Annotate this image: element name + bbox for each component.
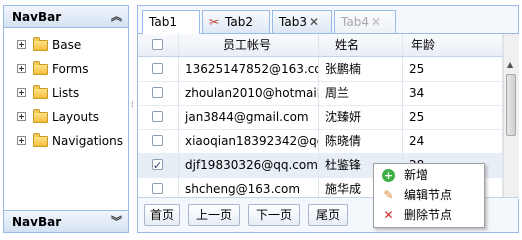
tree-item-label: Forms — [52, 62, 89, 76]
cell-name: 沈臻妍 — [319, 105, 403, 129]
last-page-button[interactable]: 尾页 — [308, 204, 348, 226]
row-checkbox[interactable] — [152, 154, 163, 177]
menu-item-delete-node[interactable]: ✕ 删除节点 — [374, 206, 484, 225]
cell-account: shcheng@163.com — [179, 177, 319, 199]
cell-age: 24 — [403, 129, 503, 153]
context-menu: + 新增 ✎ 编辑节点 ✕ 删除节点 — [373, 163, 485, 228]
tab-1[interactable]: Tab1 — [142, 10, 200, 34]
column-header-name[interactable]: 姓名 — [319, 34, 403, 56]
close-icon: ✕ — [370, 15, 382, 29]
tree-item-forms[interactable]: Forms — [4, 57, 128, 81]
tree-item-navigations[interactable]: Navigations — [4, 129, 128, 153]
navbar-tree: Base Forms Lists Layouts Navigations — [4, 33, 128, 153]
tree-item-label: Layouts — [52, 110, 100, 124]
splitter-grip-icon[interactable]: ⁞ — [131, 100, 134, 109]
cell-age: 25 — [403, 57, 503, 81]
cell-account: djf19830326@qq.com — [179, 153, 319, 177]
double-chevron-down-icon[interactable]: ︾ — [111, 211, 122, 233]
scrollbar-thumb[interactable] — [506, 74, 516, 136]
menu-item-add[interactable]: + 新增 — [374, 166, 484, 185]
navbar-footer-title: NavBar — [12, 215, 62, 229]
table-row[interactable]: jan3844@gmail.com 沈臻妍 25 — [138, 105, 503, 130]
close-icon[interactable]: ✕ — [309, 15, 319, 29]
folder-icon — [33, 85, 48, 99]
grid-header: 员工帐号 姓名 年龄 — [138, 34, 503, 57]
tree-item-lists[interactable]: Lists — [4, 81, 128, 105]
tab-label: Tab3 — [279, 15, 307, 29]
row-checkbox-cell — [138, 81, 179, 105]
table-row[interactable]: xiaoqian18392342@qq.com 陈晓倩 24 — [138, 129, 503, 154]
scissors-icon: ✂ — [209, 15, 220, 29]
row-checkbox[interactable] — [152, 183, 163, 194]
navbar-footer-header[interactable]: NavBar ︾ — [4, 210, 128, 232]
tab-4: Tab4 ✕ — [334, 10, 396, 33]
tab-label: Tab4 — [341, 15, 369, 29]
folder-icon — [33, 109, 48, 123]
tree-item-label: Base — [52, 38, 82, 52]
tab-2[interactable]: ✂ Tab2 — [202, 10, 270, 33]
table-row[interactable]: zhoulan2010@hotmail.com 周兰 34 — [138, 81, 503, 106]
tree-item-label: Navigations — [52, 134, 123, 148]
next-page-button[interactable]: 下一页 — [248, 204, 300, 226]
expand-plus-icon[interactable] — [17, 64, 26, 73]
tree-item-label: Lists — [52, 86, 80, 100]
row-checkbox[interactable] — [152, 135, 163, 146]
tab-3[interactable]: Tab3 ✕ — [272, 10, 332, 33]
cell-name: 陈晓倩 — [319, 129, 403, 153]
cell-account: jan3844@gmail.com — [179, 105, 319, 129]
row-checkbox[interactable] — [152, 87, 163, 98]
expand-plus-icon[interactable] — [17, 88, 26, 97]
folder-icon — [33, 133, 48, 147]
scroll-up-arrow-icon[interactable]: ▲ — [507, 60, 513, 69]
menu-item-edit-node[interactable]: ✎ 编辑节点 — [374, 186, 484, 205]
row-checkbox-cell — [138, 105, 179, 129]
row-checkbox-cell — [138, 57, 179, 81]
cell-account: zhoulan2010@hotmail.com — [179, 81, 319, 105]
pencil-icon: ✎ — [383, 188, 394, 202]
navbar-header[interactable]: NavBar ︽ — [4, 6, 128, 28]
expand-plus-icon[interactable] — [17, 136, 26, 145]
splitter-handle[interactable]: ⁞ — [129, 5, 136, 233]
prev-page-button[interactable]: 上一页 — [188, 204, 240, 226]
tree-item-layouts[interactable]: Layouts — [4, 105, 128, 129]
folder-icon — [33, 37, 48, 51]
column-header-account[interactable]: 员工帐号 — [179, 34, 319, 56]
tree-item-base[interactable]: Base — [4, 33, 128, 57]
menu-item-label: 删除节点 — [404, 208, 453, 222]
navbar-title: NavBar — [12, 10, 62, 24]
grid-vertical-scrollbar[interactable]: ▲ — [503, 34, 519, 199]
tab-strip: Tab1 ✂ Tab2 Tab3 ✕ Tab4 ✕ — [138, 6, 518, 34]
row-checkbox-cell — [138, 129, 179, 153]
expand-plus-icon[interactable] — [17, 40, 26, 49]
column-header-age[interactable]: 年龄 — [403, 34, 503, 56]
folder-icon — [33, 61, 48, 75]
expand-plus-icon[interactable] — [17, 112, 26, 121]
cell-name: 张鹏楠 — [319, 57, 403, 81]
add-icon: + — [382, 169, 395, 182]
cell-account: xiaoqian18392342@qq.com — [179, 129, 319, 153]
row-checkbox-cell — [138, 153, 179, 177]
row-checkbox[interactable] — [152, 111, 163, 122]
navbar-panel: NavBar ︽ Base Forms Lists Layouts Naviga… — [3, 5, 129, 233]
cell-account: 13625147852@163.com — [179, 57, 319, 81]
delete-icon: ✕ — [383, 208, 394, 222]
row-checkbox[interactable] — [152, 63, 163, 74]
double-chevron-up-icon[interactable]: ︽ — [111, 6, 122, 28]
select-all-checkbox[interactable] — [152, 39, 163, 50]
menu-item-label: 编辑节点 — [404, 188, 453, 202]
tab-label: Tab1 — [149, 15, 177, 29]
cell-age: 25 — [403, 105, 503, 129]
cell-age: 34 — [403, 81, 503, 105]
row-checkbox-cell — [138, 177, 179, 199]
menu-item-label: 新增 — [404, 168, 429, 182]
tab-label: Tab2 — [225, 15, 253, 29]
cell-name: 周兰 — [319, 81, 403, 105]
first-page-button[interactable]: 首页 — [144, 204, 180, 226]
header-checkbox-cell — [138, 34, 179, 56]
table-row[interactable]: 13625147852@163.com 张鹏楠 25 — [138, 57, 503, 82]
